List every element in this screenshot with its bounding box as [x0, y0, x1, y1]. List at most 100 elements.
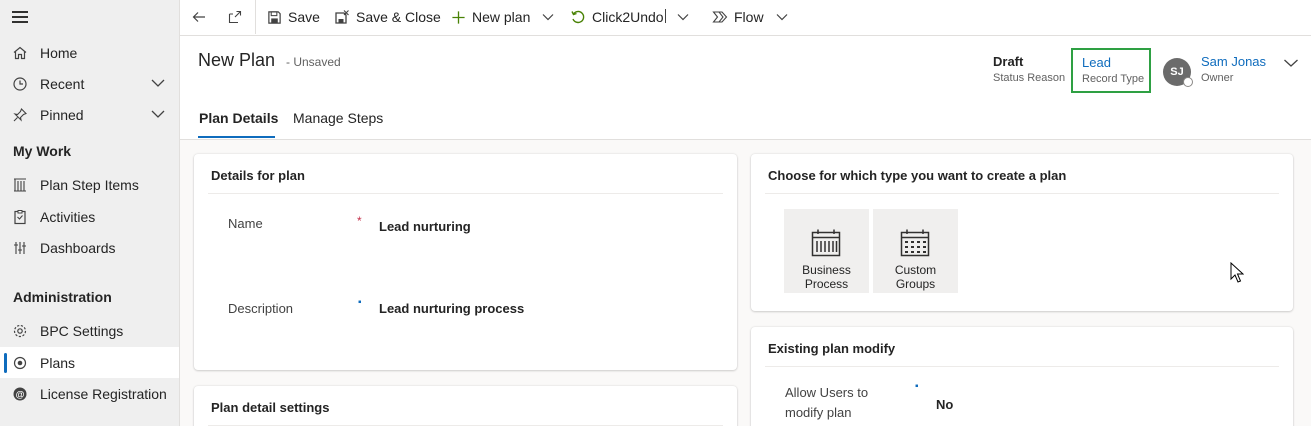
- owner-label: Owner: [1201, 72, 1234, 84]
- arrow-left-icon: [192, 12, 205, 22]
- business-process-tile[interactable]: Business Process: [784, 209, 869, 293]
- record-type-label: Record Type: [1082, 73, 1145, 85]
- plan-type-card: Choose for which type you want to create…: [751, 154, 1293, 311]
- tab-manage-steps[interactable]: Manage Steps: [293, 110, 383, 126]
- dashboard-icon: [12, 240, 28, 256]
- owner-name[interactable]: Sam Jonas: [1201, 54, 1266, 69]
- chevron-down-icon[interactable]: [151, 78, 165, 88]
- open-in-new-window-icon: [228, 10, 242, 24]
- save-close-icon: [334, 9, 350, 25]
- home-icon: [12, 45, 28, 61]
- sidebar-item-label: Home: [40, 44, 78, 61]
- undo-icon: [570, 9, 586, 25]
- command-divider: [255, 0, 256, 34]
- recommended-marker: ▪: [915, 381, 919, 392]
- calendar-icon: [900, 229, 930, 257]
- pin-icon: [12, 107, 28, 123]
- status-reason-field: Draft Status Reason: [993, 54, 1065, 84]
- license-icon: @: [12, 386, 28, 402]
- sidebar-item-home[interactable]: Home: [0, 37, 179, 68]
- status-reason-label: Status Reason: [993, 72, 1066, 84]
- save-label: Save: [288, 9, 320, 25]
- sidebar-item-label: Activities: [40, 208, 96, 225]
- sidebar-item-label: BPC Settings: [40, 322, 124, 339]
- divider: [765, 366, 1279, 367]
- plan-detail-settings-card: Plan detail settings: [194, 386, 737, 426]
- record-type-field: Lead Record Type: [1071, 48, 1151, 93]
- tile-label: Business Process: [802, 263, 851, 291]
- details-card: Details for plan Name * Lead nurturing D…: [194, 154, 737, 370]
- svg-text:@: @: [16, 389, 25, 399]
- recommended-marker: ▪: [358, 297, 362, 308]
- sidebar-item-label: Recent: [40, 75, 85, 92]
- custom-groups-tile[interactable]: Custom Groups: [873, 209, 958, 293]
- name-label: Name: [228, 216, 263, 231]
- sidebar-item-pinned[interactable]: Pinned: [0, 99, 179, 130]
- new-plan-button[interactable]: New plan: [450, 0, 554, 34]
- description-field[interactable]: Lead nurturing process: [379, 301, 524, 316]
- sidebar-item-license-registration[interactable]: @ License Registration: [0, 378, 179, 409]
- tile-label: Custom Groups: [894, 263, 937, 291]
- save-close-label: Save & Close: [356, 9, 441, 25]
- save-close-button[interactable]: Save & Close: [334, 0, 441, 34]
- flow-button[interactable]: Flow: [712, 0, 788, 34]
- mouse-cursor-icon: [1230, 262, 1244, 283]
- name-field[interactable]: Lead nurturing: [379, 219, 471, 234]
- new-plan-label: New plan: [472, 9, 531, 25]
- open-new-window-button[interactable]: [227, 0, 243, 34]
- active-tab-indicator: [198, 136, 275, 138]
- flow-label: Flow: [734, 9, 764, 25]
- plus-icon: [450, 9, 466, 25]
- save-button[interactable]: Save: [266, 0, 320, 34]
- chevron-down-icon[interactable]: [151, 109, 165, 119]
- description-label: Description: [228, 301, 294, 316]
- divider: [765, 193, 1279, 194]
- divider: [208, 193, 723, 194]
- sidebar-item-recent[interactable]: Recent: [0, 68, 179, 99]
- card-title: Details for plan: [211, 168, 305, 183]
- required-marker: *: [357, 214, 362, 228]
- section-title-administration: Administration: [13, 289, 112, 305]
- sidebar-item-label: Plans: [40, 354, 76, 371]
- sidebar-item-label: License Registration: [40, 385, 167, 402]
- chevron-down-icon[interactable]: [776, 13, 788, 21]
- sidebar-item-label: Pinned: [40, 106, 84, 123]
- sidebar-item-activities[interactable]: Activities: [0, 201, 179, 232]
- card-title: Plan detail settings: [211, 400, 330, 415]
- sidebar-item-dashboards[interactable]: Dashboards: [0, 232, 179, 263]
- tab-plan-details[interactable]: Plan Details: [199, 110, 278, 126]
- allow-users-modify-label: Allow Users to modify plan: [785, 385, 869, 420]
- chevron-down-icon[interactable]: [677, 13, 689, 21]
- hamburger-menu-icon[interactable]: [12, 11, 28, 25]
- existing-plan-modify-card: Existing plan modify Allow Users to modif…: [751, 327, 1293, 426]
- card-title: Choose for which type you want to create…: [768, 168, 1067, 183]
- chevron-down-icon[interactable]: [1283, 58, 1299, 68]
- click2undo-label: Click2Undo: [592, 9, 664, 25]
- sidebar-item-plans[interactable]: Plans: [0, 347, 179, 378]
- save-icon: [266, 9, 282, 25]
- sidebar: Home Recent Pinned My Work Plan Step Ite…: [0, 0, 180, 426]
- page-title: New Plan: [198, 50, 276, 70]
- sidebar-item-bpc-settings[interactable]: BPC Settings: [0, 315, 179, 346]
- plans-icon: [12, 355, 28, 371]
- chevron-down-icon[interactable]: [542, 13, 554, 21]
- calendar-icon: [811, 229, 841, 257]
- presence-status-icon: [1183, 77, 1193, 87]
- sidebar-item-label: Dashboards: [40, 239, 116, 256]
- clipboard-icon: [12, 209, 28, 225]
- clock-icon: [12, 76, 28, 92]
- section-title-my-work: My Work: [13, 143, 72, 159]
- split-divider: [665, 9, 666, 23]
- plan-step-icon: [12, 177, 28, 193]
- record-type-value[interactable]: Lead: [1082, 55, 1149, 70]
- settings-gear-icon: [12, 323, 28, 339]
- sidebar-item-label: Plan Step Items: [40, 176, 139, 193]
- click2undo-button[interactable]: Click2Undo: [570, 0, 664, 34]
- sidebar-item-plan-step-items[interactable]: Plan Step Items: [0, 169, 179, 200]
- status-reason-value: Draft: [993, 54, 1024, 69]
- allow-users-modify-field[interactable]: No: [936, 397, 953, 412]
- command-bar: Save Save & Close New plan Click2Undo Fl…: [180, 0, 1311, 36]
- back-button[interactable]: [191, 0, 207, 34]
- save-status: - Unsaved: [286, 55, 341, 69]
- owner-field: Sam Jonas Owner: [1201, 54, 1266, 84]
